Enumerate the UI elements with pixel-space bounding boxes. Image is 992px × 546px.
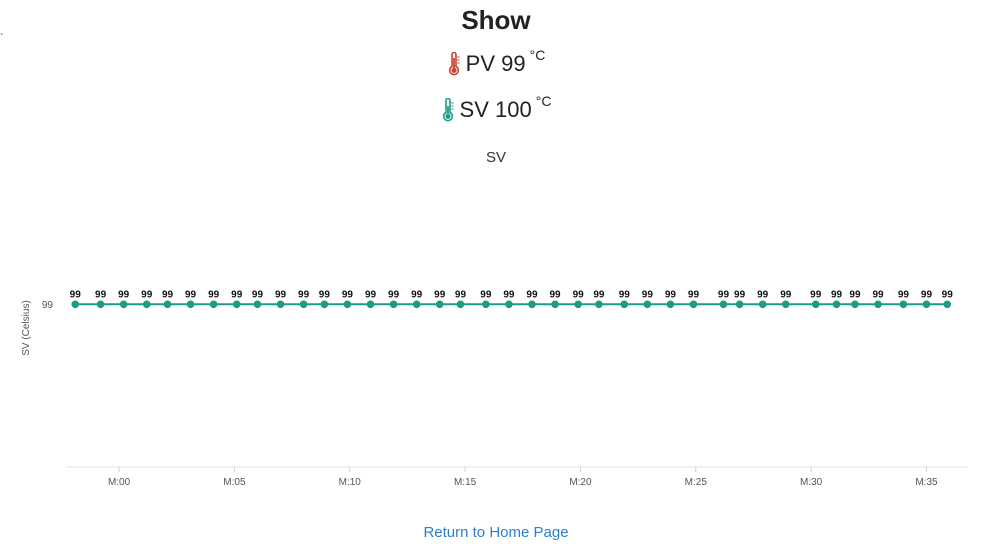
- return-home-link[interactable]: Return to Home Page: [0, 524, 992, 541]
- sv-line-chart: M:00 M:05 M:10 M:15 M:20 M:25 M:30 M:35 99 SV (Ce…: [21, 289, 968, 488]
- y-tick-label: 99: [42, 300, 54, 311]
- data-label: 99: [921, 289, 933, 300]
- data-point: [343, 300, 352, 309]
- data-point: [163, 300, 172, 309]
- data-label: 99: [231, 289, 243, 300]
- data-label: 99: [718, 289, 730, 300]
- data-label: 99: [480, 289, 492, 300]
- data-label: 99: [734, 289, 746, 300]
- x-tick-label: M:05: [223, 477, 246, 488]
- data-point: [851, 300, 859, 309]
- data-point: [320, 300, 329, 309]
- data-point: [299, 300, 308, 309]
- data-label: 99: [185, 289, 197, 300]
- data-point: [574, 300, 582, 309]
- data-label: 99: [70, 289, 82, 300]
- x-tick-label: M:35: [915, 477, 938, 488]
- data-point: [666, 300, 675, 309]
- data-point: [71, 300, 80, 309]
- x-tick-label: M:20: [569, 477, 592, 488]
- x-tick-label: M:30: [800, 477, 823, 488]
- data-label: 99: [619, 289, 631, 300]
- data-label: 99: [593, 289, 605, 300]
- data-point: [689, 300, 698, 309]
- data-point: [119, 300, 128, 309]
- data-point: [253, 300, 262, 309]
- x-tick-label: M:15: [454, 477, 477, 488]
- data-point: [943, 300, 952, 309]
- data-point: [899, 300, 908, 309]
- data-label: 99: [252, 289, 264, 300]
- data-label: 99: [688, 289, 700, 300]
- data-point: [528, 300, 536, 309]
- data-point: [366, 300, 375, 309]
- data-label: 99: [665, 289, 677, 300]
- data-label: 99: [118, 289, 130, 300]
- data-point: [595, 300, 603, 309]
- data-point: [209, 300, 218, 309]
- data-point: [758, 300, 767, 309]
- data-label: 99: [942, 289, 954, 300]
- data-label: 99: [275, 289, 287, 300]
- data-label: 99: [455, 289, 467, 300]
- data-point: [456, 300, 465, 309]
- data-point: [142, 300, 151, 309]
- data-label: 99: [573, 289, 585, 300]
- y-axis-title: SV (Celsius): [21, 300, 32, 356]
- data-label: 99: [434, 289, 446, 300]
- data-label: 99: [849, 289, 861, 300]
- data-label: 99: [208, 289, 220, 300]
- data-label: 99: [342, 289, 354, 300]
- data-label: 99: [831, 289, 843, 300]
- data-point: [643, 300, 652, 309]
- data-label: 99: [298, 289, 310, 300]
- data-label: 99: [757, 289, 769, 300]
- data-point: [435, 300, 444, 309]
- data-point: [781, 300, 790, 309]
- data-label: 99: [550, 289, 562, 300]
- x-tick-label: M:00: [108, 477, 131, 488]
- data-label: 99: [95, 289, 107, 300]
- data-point: [811, 300, 820, 309]
- data-label: 99: [642, 289, 654, 300]
- data-point: [505, 300, 513, 309]
- data-point: [96, 300, 105, 309]
- data-label: 99: [319, 289, 331, 300]
- data-label: 99: [162, 289, 174, 300]
- data-point: [412, 300, 421, 309]
- data-point: [719, 300, 728, 309]
- data-point: [232, 300, 241, 309]
- data-label: 99: [872, 289, 884, 300]
- data-label: 99: [526, 289, 538, 300]
- data-label: 99: [503, 289, 515, 300]
- data-label: 99: [898, 289, 910, 300]
- data-point: [735, 300, 744, 309]
- page: ` Show PV 99 °C SV 100 °C SV M:00 M:05 M…: [0, 0, 992, 546]
- data-point: [186, 300, 195, 309]
- x-tick-label: M:25: [685, 477, 708, 488]
- data-label: 99: [365, 289, 377, 300]
- data-point: [922, 300, 931, 309]
- x-tick-label: M:10: [339, 477, 362, 488]
- data-point: [620, 300, 629, 309]
- data-point: [832, 300, 841, 309]
- data-point: [389, 300, 398, 309]
- data-label: 99: [780, 289, 792, 300]
- data-label: 99: [388, 289, 400, 300]
- data-label: 99: [810, 289, 822, 300]
- data-point: [551, 300, 559, 309]
- data-label: 99: [411, 289, 423, 300]
- data-point: [874, 300, 882, 309]
- data-point: [276, 300, 285, 309]
- data-label: 99: [141, 289, 153, 300]
- data-point: [482, 300, 490, 309]
